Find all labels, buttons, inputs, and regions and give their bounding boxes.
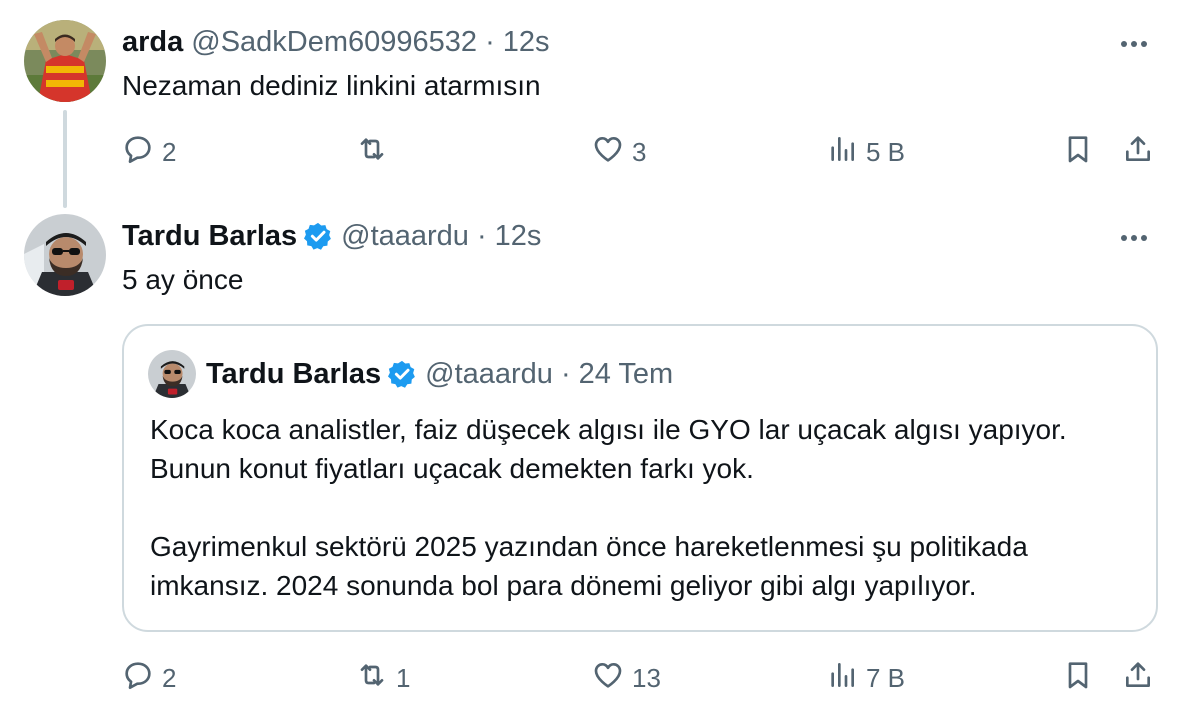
like-count: 13 (632, 662, 661, 693)
retweet-icon (356, 133, 388, 172)
reply-icon (122, 659, 154, 698)
views-button[interactable]: 5 B (826, 132, 905, 172)
tweet-header: arda @SadkDem60996532 · 12s (122, 24, 550, 60)
retweet-button[interactable]: 1 (356, 658, 410, 698)
separator: · (485, 26, 495, 58)
reply-button[interactable]: 2 (122, 132, 176, 172)
views-button[interactable]: 7 B (826, 658, 905, 698)
share-button[interactable] (1122, 132, 1154, 172)
avatar[interactable] (24, 20, 106, 102)
more-icon (1120, 229, 1148, 247)
display-name[interactable]: Tardu Barlas (122, 218, 297, 254)
share-icon (1122, 133, 1154, 172)
more-button[interactable] (1116, 220, 1152, 256)
quoted-paragraph: Gayrimenkul sektörü 2025 yazından önce h… (150, 531, 1028, 601)
bookmark-icon (1062, 133, 1094, 172)
reply-count: 2 (162, 662, 177, 693)
bookmark-button[interactable] (1062, 658, 1094, 698)
verified-icon (387, 359, 417, 389)
bookmark-icon (1062, 659, 1094, 698)
quoted-timestamp: 24 Tem (578, 358, 674, 390)
retweet-icon (356, 659, 388, 698)
views-count: 5 B (866, 136, 906, 167)
quoted-header: Tardu Barlas @taaardu · 24 Tem (206, 356, 673, 392)
views-count: 7 B (866, 662, 906, 693)
more-icon (1120, 35, 1148, 53)
user-handle[interactable]: @taaardu (341, 218, 469, 254)
more-button[interactable] (1116, 26, 1152, 62)
separator: · (476, 220, 487, 252)
views-icon (826, 659, 858, 698)
quoted-display-name: Tardu Barlas (206, 358, 382, 390)
tweet-arda[interactable]: arda @SadkDem60996532 · 12s Nezaman dedi… (0, 0, 1188, 208)
like-button[interactable]: 3 (592, 132, 646, 172)
tweet-text: 5 ay önce (122, 264, 244, 295)
user-handle[interactable]: @SadkDem60996532 (191, 24, 477, 60)
verified-icon (303, 221, 333, 251)
display-name[interactable]: arda (122, 24, 183, 60)
separator: · (560, 358, 571, 390)
reply-icon (122, 133, 154, 172)
timestamp[interactable]: 12s (503, 24, 550, 60)
like-button[interactable]: 13 (592, 658, 661, 698)
heart-icon (592, 659, 624, 698)
action-bar: 2 3 5 B (0, 132, 1188, 172)
retweet-count: 1 (396, 662, 411, 693)
quoted-tweet[interactable]: Tardu Barlas @taaardu · 24 Tem Koca koca… (122, 324, 1158, 632)
action-bar: 2 1 13 7 B (0, 658, 1188, 698)
quoted-text: Koca koca analistler, faiz düşecek algıs… (150, 410, 1140, 605)
tweet-header: Tardu Barlas @taaardu · 12s (122, 218, 541, 254)
quoted-paragraph: Koca koca analistler, faiz düşecek algıs… (150, 414, 1067, 484)
retweet-button[interactable] (356, 132, 396, 172)
tweet-tardu-barlas[interactable]: Tardu Barlas @taaardu · 12s 5 ay önce Ta… (0, 200, 1188, 712)
like-count: 3 (632, 136, 647, 167)
heart-icon (592, 133, 624, 172)
quoted-avatar[interactable] (148, 350, 196, 398)
share-button[interactable] (1122, 658, 1154, 698)
share-icon (1122, 659, 1154, 698)
reply-button[interactable]: 2 (122, 658, 176, 698)
reply-count: 2 (162, 136, 177, 167)
views-icon (826, 133, 858, 172)
avatar[interactable] (24, 214, 106, 296)
quoted-handle: @taaardu (425, 358, 553, 390)
tweet-text: Nezaman dediniz linkini atarmısın (122, 70, 541, 101)
timestamp[interactable]: 12s (495, 218, 542, 254)
bookmark-button[interactable] (1062, 132, 1094, 172)
